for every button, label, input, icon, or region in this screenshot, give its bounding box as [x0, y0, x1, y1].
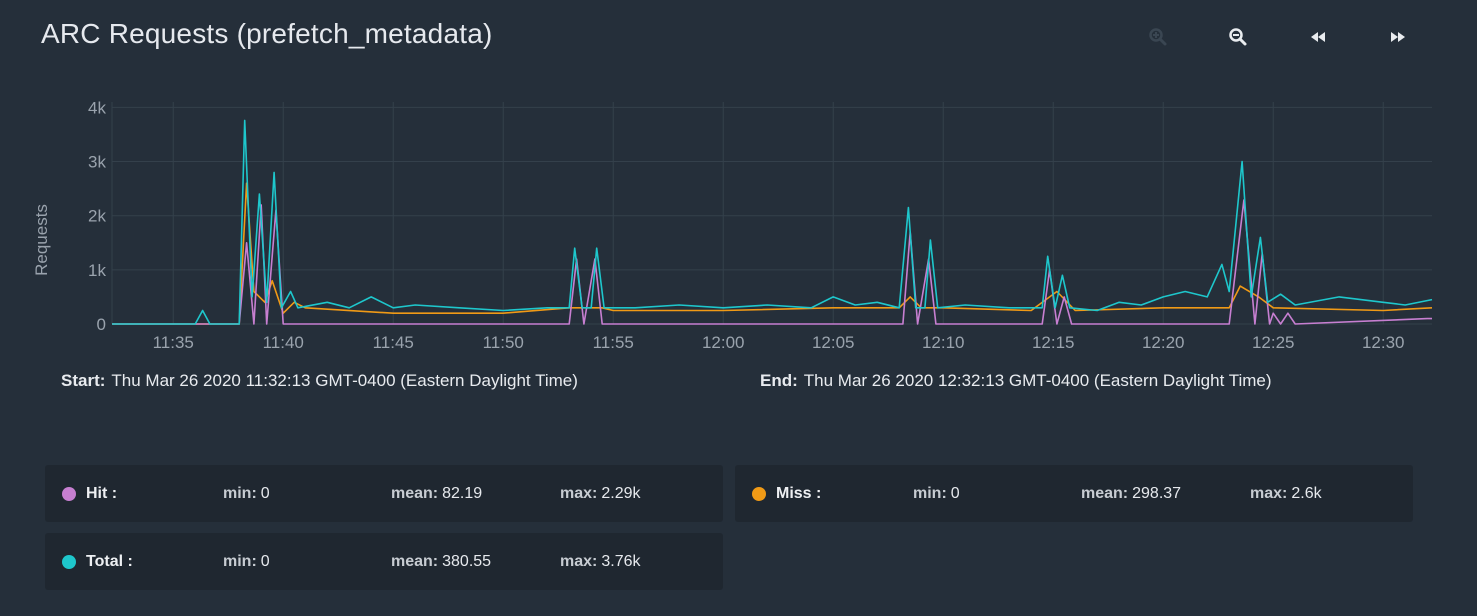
line-chart[interactable]: 0 1k 2k 3k 4k 11:35 11:40 11:45 11:50 11:55 12:00… — [0, 88, 1477, 363]
zoom-out-icon — [1229, 28, 1247, 46]
y-tick-label: 2k — [88, 207, 106, 226]
hit-color-dot — [62, 487, 76, 501]
zoom-out-button[interactable] — [1218, 22, 1258, 52]
rewind-icon — [1311, 32, 1325, 42]
x-tick-label: 11:45 — [373, 333, 414, 352]
fast-forward-icon — [1391, 32, 1405, 42]
max-stat: max: 2.6k — [1250, 485, 1322, 502]
end-time: End: Thu Mar 26 2020 12:32:13 GMT-0400 (E… — [760, 371, 1272, 391]
end-label: End: — [760, 371, 798, 390]
min-stat: min: 0 — [223, 553, 270, 570]
max-stat: max: 3.76k — [560, 553, 641, 570]
series-name: Miss : — [776, 485, 822, 502]
series-line-total — [112, 119, 1433, 325]
y-axis: 0 1k 2k 3k 4k — [88, 98, 106, 334]
step-back-button[interactable] — [1298, 22, 1338, 52]
miss-color-dot — [752, 487, 766, 501]
y-tick-label: 4k — [88, 98, 106, 117]
max-stat: max: 2.29k — [560, 485, 641, 502]
end-value: Thu Mar 26 2020 12:32:13 GMT-0400 (Easte… — [803, 371, 1272, 390]
start-value: Thu Mar 26 2020 11:32:13 GMT-0400 (Easte… — [111, 371, 578, 390]
series-name: Total : — [86, 553, 133, 570]
legend-item-miss[interactable]: Miss : min: 0 mean: 298.37 max: 2.6k — [735, 465, 1413, 522]
mean-stat: mean: 82.19 — [391, 485, 483, 502]
x-tick-label: 12:20 — [1142, 333, 1185, 352]
chart-title: ARC Requests (prefetch_metadata) — [41, 18, 493, 49]
zoom-in-icon — [1149, 28, 1167, 46]
x-tick-label: 11:35 — [153, 333, 194, 352]
series-name: Hit : — [86, 485, 118, 502]
mean-stat: mean: 380.55 — [391, 553, 492, 570]
x-tick-label: 12:25 — [1252, 333, 1295, 352]
mean-stat: mean: 298.37 — [1081, 485, 1182, 502]
x-axis: 11:35 11:40 11:45 11:50 11:55 12:00 12:05 12:10… — [153, 333, 1405, 352]
x-tick-label: 12:15 — [1032, 333, 1075, 352]
legend-item-total[interactable]: Total : min: 0 mean: 380.55 max: 3.76k — [45, 533, 723, 590]
step-forward-button[interactable] — [1378, 22, 1418, 52]
y-tick-label: 3k — [88, 153, 106, 172]
y-tick-label: 0 — [97, 315, 106, 334]
y-tick-label: 1k — [88, 261, 106, 280]
x-tick-label: 12:00 — [702, 333, 745, 352]
start-label: Start: — [61, 371, 106, 390]
zoom-in-button[interactable] — [1138, 22, 1178, 52]
x-tick-label: 11:40 — [263, 333, 304, 352]
total-color-dot — [62, 555, 76, 569]
series-line-miss — [112, 182, 1433, 325]
y-axis-label: Requests — [32, 204, 51, 276]
x-tick-label: 12:05 — [812, 333, 855, 352]
x-tick-label: 12:30 — [1362, 333, 1405, 352]
series-lines — [112, 119, 1433, 325]
chart-toolbar — [1138, 22, 1428, 52]
x-tick-label: 11:50 — [483, 333, 524, 352]
chart-grid — [111, 102, 1432, 325]
x-tick-label: 12:10 — [922, 333, 965, 352]
x-tick-label: 11:55 — [593, 333, 634, 352]
legend-item-hit[interactable]: Hit : min: 0 mean: 82.19 max: 2.29k — [45, 465, 723, 522]
min-stat: min: 0 — [223, 485, 270, 502]
min-stat: min: 0 — [913, 485, 960, 502]
start-time: Start: Thu Mar 26 2020 11:32:13 GMT-0400 … — [61, 371, 578, 391]
